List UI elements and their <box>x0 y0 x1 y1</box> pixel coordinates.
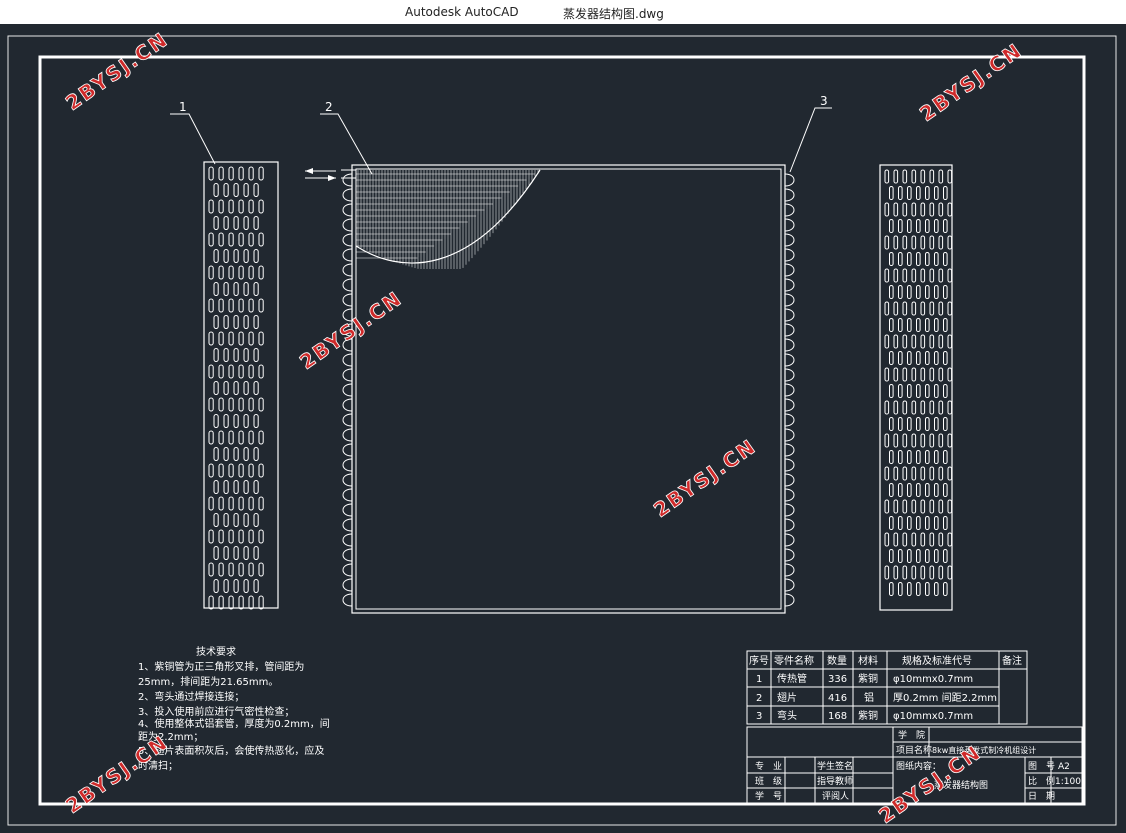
tube-plate-left <box>203 161 279 610</box>
bom-cell: 厚0.2mm 间距2.2mm <box>893 691 997 704</box>
bom-table: 序号 零件名称 数量 材料 规格及标准代号 备注 1 传热管 336 紫铜 φ1… <box>746 650 1028 725</box>
leader-lines <box>170 107 832 175</box>
tube-plate-right <box>879 164 953 611</box>
app-name: Autodesk AutoCAD <box>405 5 519 19</box>
evaporator-core <box>305 164 795 614</box>
tb-advisor-label: 指导教师 <box>817 775 853 787</box>
title-bar: Autodesk AutoCAD 蒸发器结构图.dwg <box>0 0 1126 24</box>
bom-header-remark: 备注 <box>1002 654 1022 667</box>
part-label-1: 1 <box>179 100 187 114</box>
file-name: 蒸发器结构图.dwg <box>563 7 664 21</box>
tb-drawing-no-label: 图 号 <box>1028 761 1055 772</box>
watermark: 2BYSJ.CN <box>649 434 761 522</box>
tb-id-label: 学 号 <box>755 790 782 802</box>
tb-reviewer-label: 评阅人 <box>822 791 849 802</box>
bom-header-spec: 规格及标准代号 <box>902 654 972 667</box>
tb-school-label: 学 院 <box>898 729 925 741</box>
tb-project-label: 项目名称 <box>896 744 932 756</box>
tb-project-value: 8kw直接蒸发式制冷机组设计 <box>932 745 1036 755</box>
bom-cell: 紫铜 <box>858 710 878 722</box>
watermark: 2BYSJ.CN <box>295 286 407 374</box>
part-label-2: 2 <box>325 100 333 114</box>
tech-req-line: 1、紫铜管为正三角形叉排，管间距为 <box>138 660 304 673</box>
part-label-3: 3 <box>820 94 828 108</box>
bom-cell: 1 <box>756 674 762 685</box>
bom-header-qty: 数量 <box>827 654 847 667</box>
tb-date-label: 日 期 <box>1028 791 1055 802</box>
tb-class-label: 班 级 <box>755 775 782 787</box>
bom-cell: 铝 <box>864 692 874 704</box>
bom-cell: 336 <box>828 674 847 685</box>
bom-header-material: 材料 <box>858 654 878 667</box>
bom-cell: 168 <box>828 711 847 722</box>
tech-req-line: 4、使用整体式铝套管，厚度为0.2mm，间 <box>138 717 330 730</box>
drawing-svg: 1 2 3 技术要求 1、紫铜管为正三角形叉排，管间距为 25mm，排间距为21… <box>7 27 1117 828</box>
bom-cell: 弯头 <box>777 709 797 722</box>
tb-major-label: 专 业 <box>755 760 782 772</box>
bom-cell: 翅片 <box>777 691 797 704</box>
drawing-canvas[interactable]: 1 2 3 技术要求 1、紫铜管为正三角形叉排，管间距为 25mm，排间距为21… <box>0 24 1126 829</box>
bom-cell: 传热管 <box>777 672 807 685</box>
bom-header-no: 序号 <box>749 654 769 667</box>
bom-cell: φ10mmx0.7mm <box>893 674 973 685</box>
bom-cell: 紫铜 <box>858 673 878 685</box>
tb-scale-label: 比 例 <box>1028 775 1055 787</box>
tech-req-line: 2、弯头通过焊接连接； <box>138 690 244 703</box>
bom-cell: φ10mmx0.7mm <box>893 711 973 722</box>
bom-header-name: 零件名称 <box>774 654 814 667</box>
watermark: 2BYSJ.CN <box>915 38 1027 126</box>
bom-cell: 3 <box>756 711 762 722</box>
tech-req-title: 技术要求 <box>196 645 236 658</box>
tech-req-line: 3、投入使用前应进行气密性检查； <box>138 705 294 718</box>
tb-drawing-no-value: A2 <box>1058 762 1070 772</box>
tb-scale-value: 1:100 <box>1055 777 1081 787</box>
tb-student-sign-label: 学生签名 <box>817 760 853 772</box>
bom-cell: 416 <box>828 693 847 704</box>
tech-req-line: 25mm，排间距为21.65mm。 <box>138 675 278 688</box>
bom-cell: 2 <box>756 693 762 704</box>
watermark: 2BYSJ.CN <box>61 27 173 115</box>
